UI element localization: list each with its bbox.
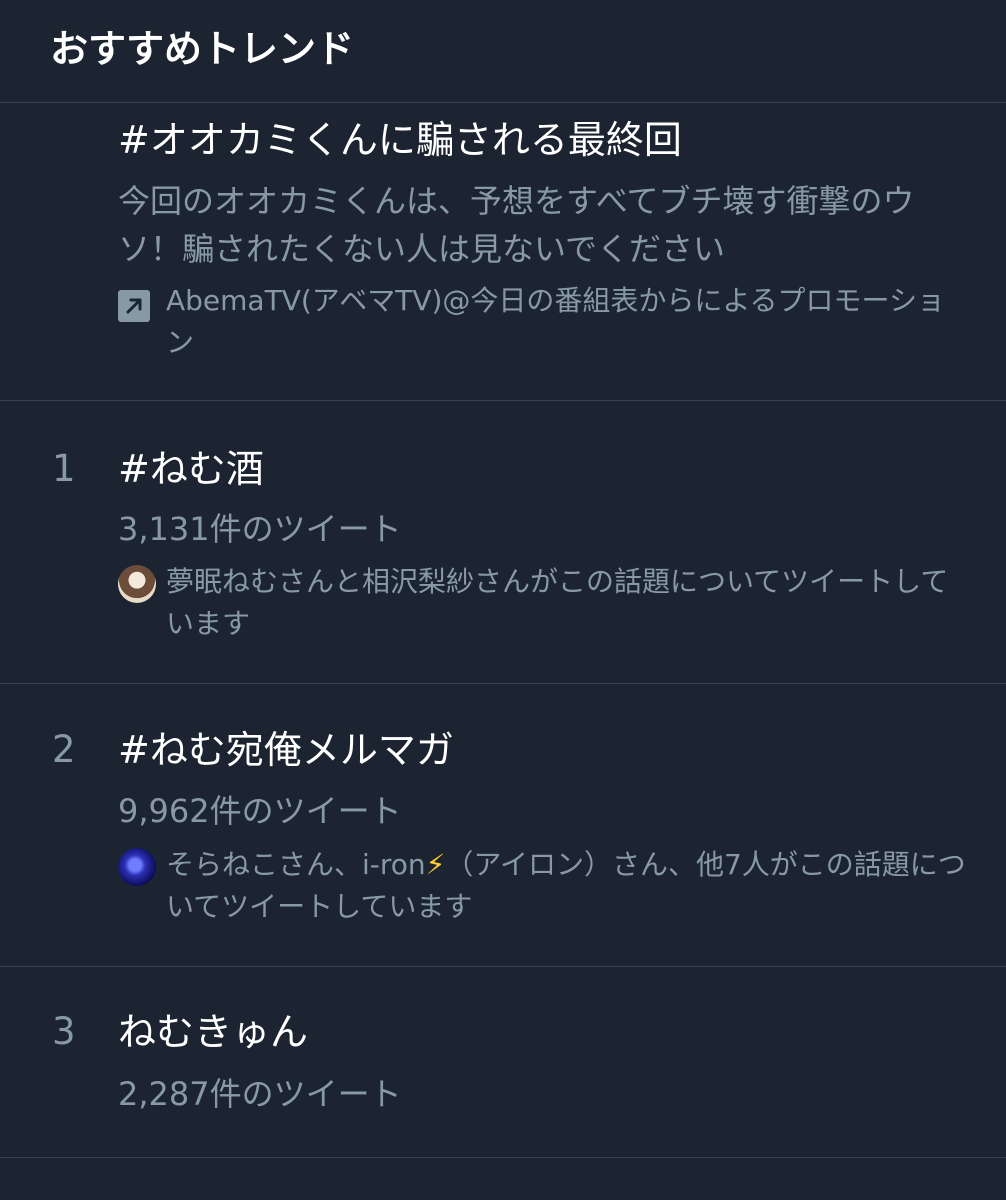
promoted-by-text: AbemaTV(アベマTV)@今日の番組表からによるプロモーション [166,284,945,359]
page-title: おすすめトレンド [50,27,355,71]
trend-context-text: 夢眠ねむさんと相沢梨紗さんがこの話題についてツイートしています [166,565,949,640]
user-avatar[interactable] [118,848,156,886]
trend-description: 今回のオオカミくんは、予想をすべてブチ壊す衝撃のウソ！騙されたくない人は見ないで… [118,182,915,268]
trend-title[interactable]: ねむきゅん [118,1007,308,1057]
promoted-arrow-icon [118,290,150,322]
trend-rank: 1 [52,447,76,490]
user-avatar[interactable] [118,565,156,603]
tweet-count: 9,962件のツイート [118,792,402,830]
trend-context-text: そらねこさん、i-ron⚡（アイロン）さん、他7人がこの話題についてツイートして… [118,844,968,928]
trend-title[interactable]: #ねむ酒 [118,444,264,494]
trend-rank: 3 [52,1010,76,1053]
trend-title[interactable]: #オオカミくんに騙される最終回 [118,115,682,165]
trend-item[interactable]: 1 #ねむ酒 3,131件のツイート 夢眠ねむさんと相沢梨紗さんがこの話題につい… [0,401,1006,684]
context-before: そらねこさん、i-ron [166,848,426,881]
promoted-trend[interactable]: #オオカミくんに騙される最終回 今回のオオカミくんは、予想をすべてブチ壊す衝撃の… [0,103,1006,401]
tweet-count: 2,287件のツイート [118,1075,402,1113]
lightning-icon: ⚡ [425,848,446,881]
tweet-count: 3,131件のツイート [118,510,402,548]
trend-context: そらねこさん、i-ron⚡（アイロン）さん、他7人がこの話題についてツイートして… [118,844,968,928]
trend-title[interactable]: #ねむ宛俺メルマガ [118,725,454,775]
trend-item[interactable]: 2 #ねむ宛俺メルマガ 9,962件のツイート そらねこさん、i-ron⚡（アイ… [0,684,1006,967]
trend-rank: 2 [52,728,76,771]
trend-context: 夢眠ねむさんと相沢梨紗さんがこの話題についてツイートしています [118,561,968,645]
promoted-by[interactable]: AbemaTV(アベマTV)@今日の番組表からによるプロモーション [118,280,968,364]
trend-item[interactable]: 3 ねむきゅん 2,287件のツイート [0,967,1006,1158]
trends-header: おすすめトレンド [0,0,1006,103]
